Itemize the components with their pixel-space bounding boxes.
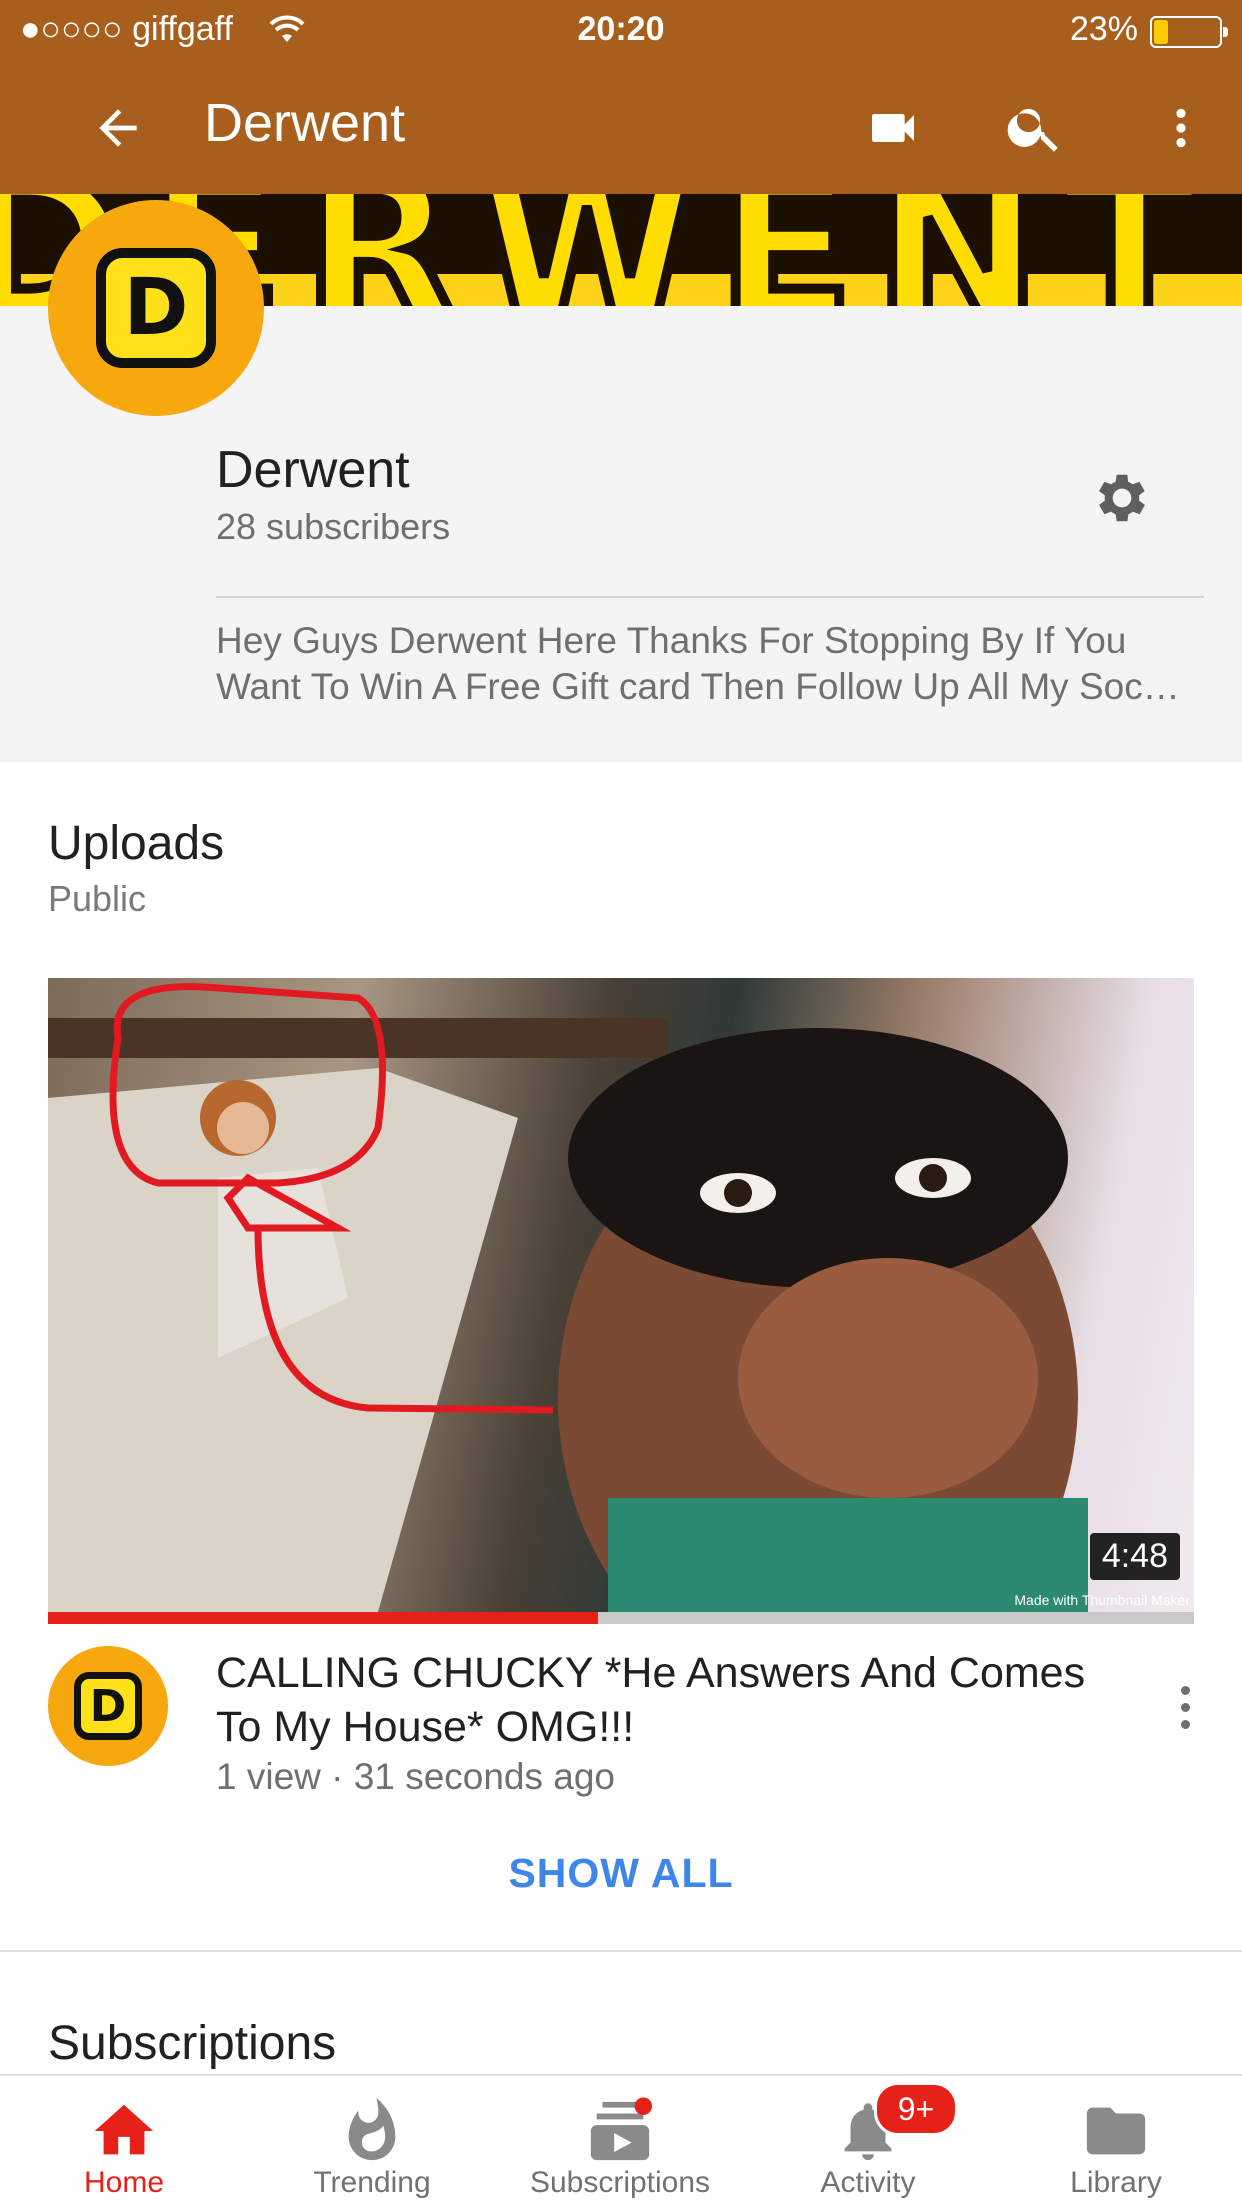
video-camera-icon[interactable] xyxy=(862,100,924,156)
gear-icon[interactable] xyxy=(1090,466,1154,530)
nav-subscriptions[interactable]: Subscriptions xyxy=(496,2076,744,2210)
status-bar: ●○○○○ giffgaff 20:20 23% xyxy=(0,0,1242,62)
description-line: Hey Guys Derwent Here Thanks For Stoppin… xyxy=(216,620,1127,661)
description-line: Want To Win A Free Gift card Then Follow… xyxy=(216,666,1180,707)
nav-label: Home xyxy=(83,2166,165,2199)
video-title[interactable]: CALLING CHUCKY *He Answers And Comes To … xyxy=(216,1646,1116,1754)
flame-icon xyxy=(348,2098,396,2161)
clock: 20:20 xyxy=(577,10,665,48)
uploads-heading: Uploads xyxy=(48,817,225,870)
page-title: Derwent xyxy=(204,93,406,153)
home-icon xyxy=(94,2104,154,2155)
nav-library[interactable]: Library xyxy=(992,2076,1240,2210)
channel-description[interactable]: Hey Guys Derwent Here Thanks For Stoppin… xyxy=(216,618,1206,710)
battery-percent: 23% xyxy=(1069,10,1138,48)
more-vertical-icon[interactable] xyxy=(1156,98,1206,158)
divider xyxy=(216,596,1204,598)
show-all-button[interactable]: SHOW ALL xyxy=(0,1850,1242,1897)
subscriptions-heading: Subscriptions xyxy=(48,2017,337,2070)
video-thumbnail[interactable]: 4:48 Made with Thumbnail Maker xyxy=(48,978,1194,1612)
watch-progress-fill xyxy=(48,1612,599,1624)
video-channel-avatar[interactable]: D xyxy=(48,1646,168,1766)
video-more-icon[interactable] xyxy=(1176,1686,1194,1732)
subscriber-count: 28 subscribers xyxy=(216,506,451,547)
channel-logo: D xyxy=(96,248,216,368)
subscriptions-icon xyxy=(590,2097,653,2161)
app-bar: Derwent xyxy=(0,62,1242,194)
activity-badge: 9+ xyxy=(874,2082,958,2136)
nav-label: Activity xyxy=(820,2166,916,2199)
search-icon[interactable] xyxy=(1004,96,1066,158)
bottom-nav: Home Trending Subscriptions Activity Lib… xyxy=(0,2074,1242,2210)
channel-avatar[interactable]: D xyxy=(48,200,264,416)
channel-name: Derwent xyxy=(216,441,410,499)
video-duration: 4:48 xyxy=(1089,1533,1180,1580)
battery-icon xyxy=(1150,16,1228,48)
video-meta: 1 view · 31 seconds ago xyxy=(216,1756,616,1797)
nav-label: Trending xyxy=(313,2166,431,2199)
section-divider xyxy=(0,1950,1242,1952)
nav-label: Library xyxy=(1070,2166,1162,2199)
nav-label: Subscriptions xyxy=(529,2166,711,2199)
back-arrow-icon[interactable] xyxy=(90,100,146,156)
thumbnail-image xyxy=(48,983,1088,1612)
thumbnail-watermark: Made with Thumbnail Maker xyxy=(1014,1592,1190,1608)
uploads-visibility: Public xyxy=(48,878,147,919)
folder-icon xyxy=(1086,2107,1146,2155)
channel-logo: D xyxy=(74,1672,142,1740)
nav-home[interactable]: Home xyxy=(0,2076,248,2210)
nav-trending[interactable]: Trending xyxy=(248,2076,496,2210)
